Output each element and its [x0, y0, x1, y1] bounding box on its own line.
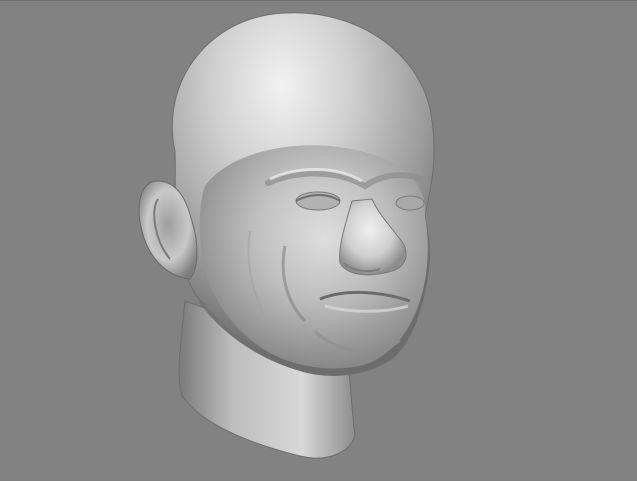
3d-viewport[interactable]: head-sculpt [0, 0, 637, 480]
right-eye [395, 195, 425, 211]
head-render[interactable] [0, 1, 637, 481]
